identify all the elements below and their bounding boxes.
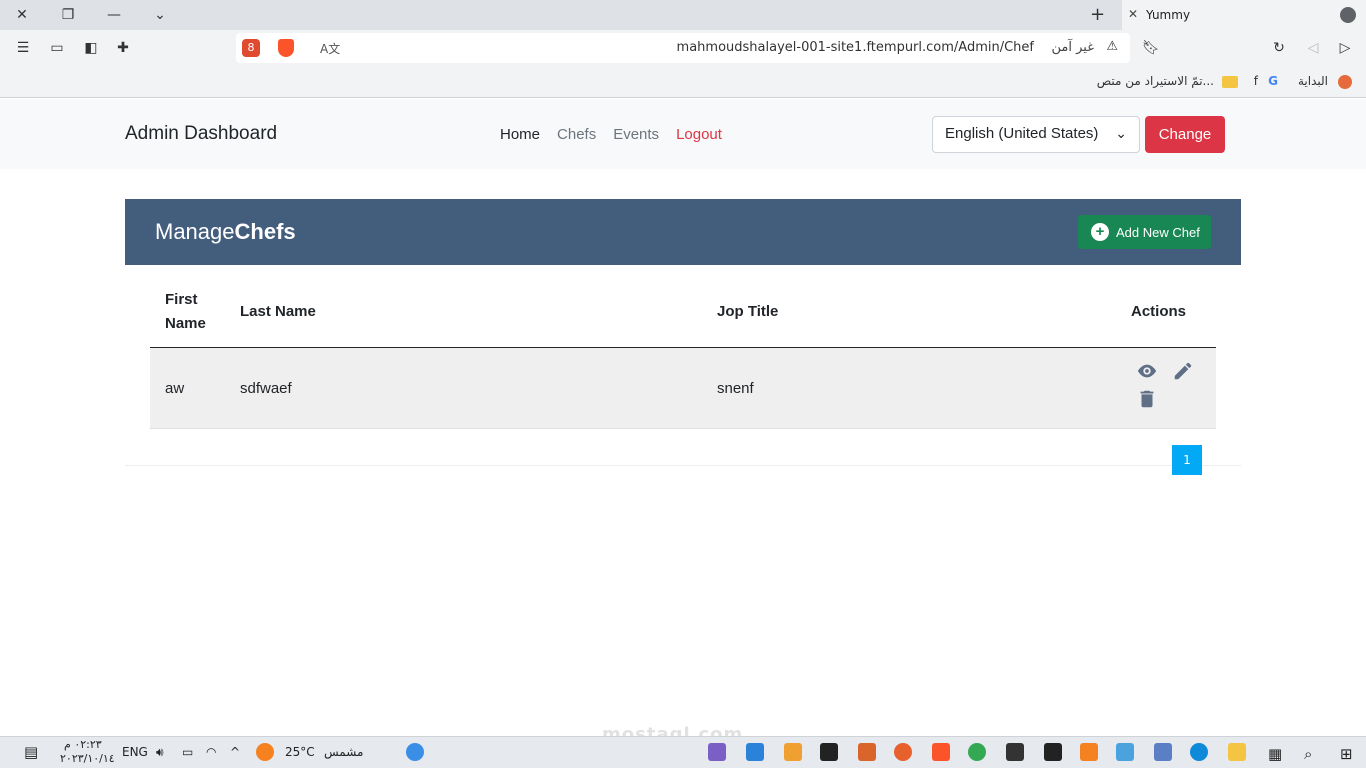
browser-tab[interactable]: ✕ Yummy [1122, 0, 1366, 30]
bookmark-start[interactable]: البداية [1298, 74, 1328, 88]
pagination-page-1[interactable]: 1 [1172, 445, 1202, 475]
brave-icon[interactable] [932, 743, 950, 761]
wifi-icon[interactable]: ◠ [206, 745, 216, 759]
header-job-title: Jop Title [717, 303, 779, 320]
header-actions: Actions [1131, 303, 1187, 320]
visual-studio-icon[interactable] [708, 743, 726, 761]
language-selected-value: English (United States) [945, 125, 1099, 142]
battery-icon[interactable]: ▭ [182, 745, 193, 759]
volume-icon[interactable]: 🔊︎ [156, 745, 164, 760]
weather-temperature[interactable]: 25°C [285, 745, 315, 759]
table-header: First Name Last Name Jop Title Actions [150, 280, 1216, 348]
header-last-name: Last Name [240, 303, 316, 320]
firefox-icon[interactable] [894, 743, 912, 761]
os-taskbar: ▤ ٠٢:٢٣ م ٢٠٢٣/١٠/١٤ ENG 🔊︎ ▭ ◠ ^ 25°C م… [0, 736, 1366, 768]
new-tab-button[interactable]: + [1090, 4, 1105, 25]
bookmark-icon[interactable]: 🔖︎ [1142, 39, 1160, 57]
language-select[interactable]: English (United States) ⌄ [932, 116, 1140, 153]
brand-title[interactable]: Admin Dashboard [125, 123, 277, 145]
window-app-icon[interactable] [1154, 743, 1172, 761]
change-language-button[interactable]: Change [1145, 116, 1225, 153]
bookmark-imported[interactable]: تمّ الاستيراد من متص... [1097, 74, 1214, 88]
help-icon[interactable] [406, 743, 424, 761]
google-icon[interactable]: G [1268, 74, 1278, 88]
plus-circle-icon: + [1091, 223, 1109, 241]
nav-links: Home Chefs Events Logout [500, 126, 722, 143]
app-icon-hex[interactable] [784, 743, 802, 761]
search-icon[interactable]: ⌕ [1304, 745, 1312, 763]
cell-first-name: aw [165, 380, 185, 397]
edit-pencil-icon[interactable] [1172, 360, 1194, 382]
extensions-icon[interactable]: ✚ [114, 39, 132, 57]
header-first-name-line1: First [165, 291, 198, 308]
weather-sun-icon[interactable] [256, 743, 274, 761]
nav-chefs[interactable]: Chefs [557, 126, 596, 143]
tab-list-chevron-icon[interactable]: ⌄ [148, 4, 172, 26]
xampp-icon[interactable] [1080, 743, 1098, 761]
input-language[interactable]: ENG [122, 745, 148, 759]
nav-logout[interactable]: Logout [676, 126, 722, 143]
sidebar-icon[interactable]: ◧ [82, 39, 100, 57]
taskbar-time[interactable]: ٠٢:٢٣ م [64, 738, 102, 751]
window-close-icon[interactable]: ✕ [10, 4, 34, 26]
window-minimize-icon[interactable]: — [102, 4, 126, 26]
start-windows-icon[interactable]: ⊞ [1340, 745, 1353, 763]
panel-divider [125, 465, 1241, 466]
display-icon[interactable] [1116, 743, 1134, 761]
tab-title: Yummy [1146, 8, 1191, 22]
translate-icon[interactable]: A文 [320, 40, 340, 57]
back-icon[interactable]: ▷ [1336, 39, 1354, 57]
cell-last-name: sdfwaef [240, 380, 292, 397]
warning-icon[interactable]: ⚠ [1106, 39, 1118, 54]
manage-chefs-header: ManageChefs + Add New Chef [125, 199, 1241, 265]
firefox-bookmark-icon[interactable] [1338, 75, 1352, 89]
edge-icon[interactable] [1190, 743, 1208, 761]
page-title: ManageChefs [155, 219, 296, 244]
add-new-chef-button[interactable]: + Add New Chef [1078, 215, 1211, 249]
site-navbar: Admin Dashboard Home Chefs Events Logout… [0, 99, 1366, 169]
sublime-icon[interactable] [858, 743, 876, 761]
folder-icon[interactable] [1222, 76, 1238, 88]
rewards-badge-icon[interactable]: 8 [242, 39, 260, 57]
not-secure-label[interactable]: غير آمن [1052, 40, 1095, 55]
url-text[interactable]: mahmoudshalayel-001-site1.ftempurl.com/A… [677, 40, 1034, 55]
reload-icon[interactable]: ↻ [1270, 39, 1288, 57]
bookmark-f[interactable]: f [1254, 74, 1258, 88]
window-restore-icon[interactable]: ❐ [56, 4, 80, 26]
chrome-icon[interactable] [968, 743, 986, 761]
header-first-name-line2: Name [165, 315, 206, 332]
bookmarks-bar: البداية G f تمّ الاستيراد من متص... [0, 66, 1366, 98]
notifications-icon[interactable]: ▤ [24, 743, 38, 761]
chevron-down-icon: ⌄ [1115, 125, 1127, 141]
intellij-icon[interactable] [820, 743, 838, 761]
bing-icon[interactable] [1006, 743, 1024, 761]
table-row: aw sdfwaef snenf [150, 348, 1216, 429]
brave-shield-icon[interactable] [278, 39, 294, 57]
cell-job-title: snenf [717, 380, 754, 397]
show-hidden-icons-chevron-icon[interactable]: ^ [230, 745, 240, 759]
forward-icon[interactable]: ◁ [1304, 39, 1322, 57]
nav-home[interactable]: Home [500, 126, 540, 143]
wallet-icon[interactable]: ▭ [48, 39, 66, 57]
menu-icon[interactable]: ☰ [14, 39, 32, 57]
view-eye-icon[interactable] [1136, 360, 1158, 382]
task-view-icon[interactable]: ▦ [1268, 745, 1282, 763]
vscode-icon[interactable] [746, 743, 764, 761]
tab-close-icon[interactable]: ✕ [1128, 7, 1138, 21]
browser-tab-bar: ✕ ❐ — ⌄ + ✕ Yummy [0, 0, 1366, 30]
xampp-manager-icon[interactable] [1044, 743, 1062, 761]
add-new-chef-label: Add New Chef [1116, 224, 1200, 240]
weather-condition[interactable]: مشمس [324, 745, 363, 759]
globe-icon [1340, 7, 1356, 23]
nav-events[interactable]: Events [613, 126, 659, 143]
taskbar-date[interactable]: ٢٠٢٣/١٠/١٤ [60, 752, 115, 765]
file-explorer-icon[interactable] [1228, 743, 1246, 761]
address-bar[interactable]: 8 A文 mahmoudshalayel-001-site1.ftempurl.… [236, 33, 1130, 63]
browser-toolbar: ☰ ▭ ◧ ✚ 8 A文 mahmoudshalayel-001-site1.f… [0, 30, 1366, 66]
delete-trash-icon[interactable] [1136, 388, 1158, 410]
